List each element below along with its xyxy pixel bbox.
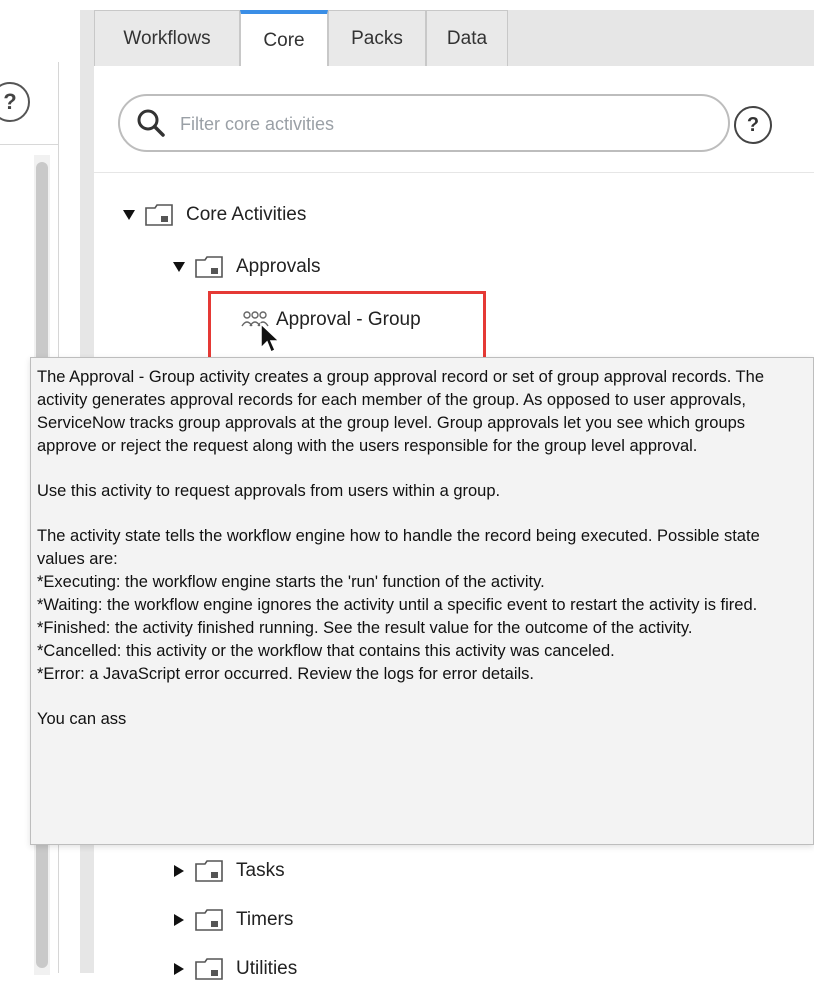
filter-search-box[interactable]	[118, 94, 730, 152]
tree-node-utilities[interactable]: Utilities	[172, 957, 297, 981]
tab-data[interactable]: Data	[426, 10, 508, 66]
folder-icon	[195, 256, 223, 278]
folder-icon	[145, 204, 173, 226]
tooltip-line: *Finished: the activity finished running…	[37, 619, 693, 637]
tree-label: Approvals	[236, 256, 321, 277]
mouse-cursor-icon	[260, 322, 281, 354]
expand-right-icon[interactable]	[172, 913, 186, 927]
expand-right-icon[interactable]	[172, 962, 186, 976]
search-icon	[137, 109, 165, 137]
tooltip-paragraph: The Approval - Group activity creates a …	[37, 368, 764, 455]
left-divider	[0, 144, 58, 145]
tooltip-line: *Executing: the workflow engine starts t…	[37, 573, 545, 591]
folder-icon	[195, 958, 223, 980]
selection-highlight	[208, 291, 486, 363]
expand-down-icon[interactable]	[122, 208, 136, 222]
tree-node-approvals[interactable]: Approvals	[172, 255, 321, 279]
tree-node-core-activities[interactable]: Core Activities	[122, 203, 306, 227]
tooltip-line: The activity state tells the workflow en…	[37, 527, 760, 568]
tree-label: Timers	[236, 909, 294, 930]
folder-icon	[195, 909, 223, 931]
search-input[interactable]	[178, 104, 712, 144]
tooltip-line: You can ass	[37, 710, 127, 728]
tooltip-line: *Waiting: the workflow engine ignores th…	[37, 596, 758, 614]
help-button[interactable]: ?	[734, 106, 772, 144]
activity-tooltip: The Approval - Group activity creates a …	[30, 357, 814, 845]
tree-label: Core Activities	[186, 204, 307, 225]
panel-separator	[94, 172, 814, 173]
tab-core[interactable]: Core	[240, 10, 328, 67]
expand-right-icon[interactable]	[172, 864, 186, 878]
tree-label: Utilities	[236, 958, 298, 979]
tooltip-paragraph: Use this activity to request approvals f…	[37, 482, 501, 500]
expand-down-icon[interactable]	[172, 260, 186, 274]
tree-label: Tasks	[236, 860, 285, 881]
tree-node-timers[interactable]: Timers	[172, 908, 293, 932]
tooltip-line: *Error: a JavaScript error occurred. Rev…	[37, 665, 535, 683]
tooltip-line: *Cancelled: this activity or the workflo…	[37, 642, 615, 660]
folder-icon	[195, 860, 223, 882]
left-help-button[interactable]: ?	[0, 82, 30, 122]
tree-node-tasks[interactable]: Tasks	[172, 859, 285, 883]
tab-packs[interactable]: Packs	[328, 10, 426, 66]
tab-workflows[interactable]: Workflows	[94, 10, 240, 66]
